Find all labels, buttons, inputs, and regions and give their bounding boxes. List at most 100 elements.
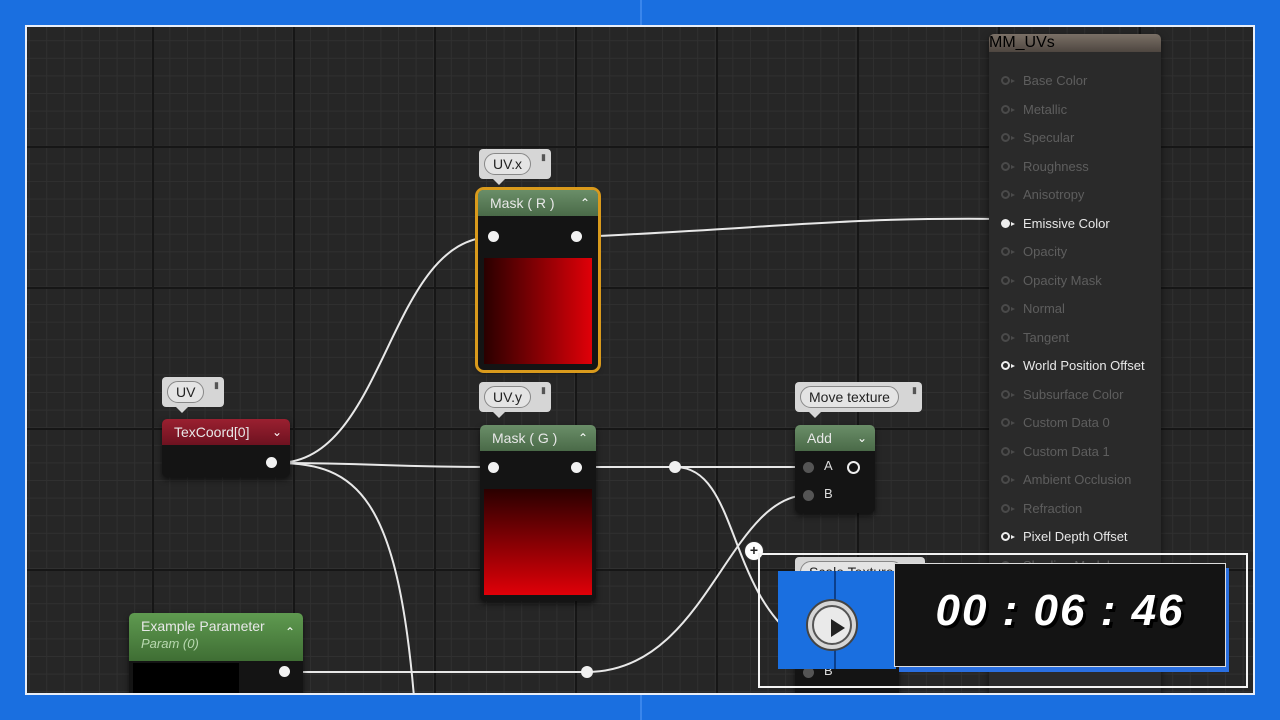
timer-text: 00 : 06 : 46 [935,586,1185,635]
material-input-row[interactable]: Metallic [1001,100,1067,120]
material-input-pin[interactable] [1001,161,1015,171]
add-input-a-pin[interactable] [803,462,814,473]
add-input-b-pin[interactable] [803,490,814,501]
material-input-row[interactable]: Base Color [1001,71,1087,91]
add-pin-a-label: A [824,458,833,473]
material-input-row[interactable]: Anisotropy [1001,185,1084,205]
mask-r-title: Mask ( R ) [490,195,555,211]
material-input-row[interactable]: Custom Data 1 [1001,442,1110,462]
comment-uvx-label: UV.x [484,153,532,175]
mask-r-node[interactable]: Mask ( R ) ⌃ [475,187,601,373]
material-input-label: Normal [1023,301,1065,316]
material-input-row[interactable]: Subsurface Color [1001,385,1123,405]
material-input-row[interactable]: Refraction [1001,499,1082,519]
material-input-pin[interactable] [1001,133,1015,142]
comment-uvx[interactable]: UV.x ▮ [479,149,551,185]
material-input-label: Emissive Color [1023,215,1110,231]
chevron-down-icon[interactable]: ⌄ [857,425,867,451]
material-input-row[interactable]: Opacity [1001,242,1067,262]
add-title: Add [807,430,832,446]
material-input-pin[interactable] [1001,361,1015,370]
parameter-output-pin[interactable] [279,666,290,677]
material-input-row[interactable]: Opacity Mask [1001,271,1102,291]
material-input-pin[interactable] [1001,475,1015,484]
material-input-pin[interactable] [1001,76,1015,85]
material-input-pin[interactable] [1001,503,1015,513]
material-input-row[interactable]: Roughness [1001,157,1089,177]
pin-comment-icon[interactable]: ▮ [541,152,546,163]
texcoord-title: TexCoord[0] [174,424,250,440]
material-input-label: Specular [1023,130,1075,145]
add-node[interactable]: Add ⌄ A B [795,425,875,513]
texcoord-output-pin[interactable] [266,457,277,468]
chevron-down-icon[interactable]: ⌄ [272,419,282,445]
chevron-up-icon[interactable]: ⌃ [580,190,590,216]
mask-g-header: Mask ( G ) ⌃ [480,425,596,451]
mask-g-preview [484,489,592,595]
material-input-row[interactable]: Specular [1001,128,1074,148]
parameter-subtitle: Param (0) [141,636,199,651]
mask-r-input-pin[interactable] [488,231,499,242]
material-input-row[interactable]: Normal [1001,299,1065,319]
material-input-label: Opacity Mask [1023,272,1102,288]
material-input-row[interactable]: Emissive Color [1001,214,1110,234]
material-input-row[interactable]: Pixel Depth Offset [1001,527,1128,547]
comment-uv[interactable]: UV ▮ [162,377,224,413]
comment-uv-label: UV [167,381,205,403]
mask-g-output-pin[interactable] [571,462,582,473]
material-result-header: MM_UVs [989,34,1161,52]
pin-comment-icon[interactable]: ▮ [912,385,917,396]
material-input-pin[interactable] [1001,304,1015,313]
material-input-label: Ambient Occlusion [1023,472,1132,487]
material-input-label: Roughness [1023,158,1089,174]
material-input-label: Subsurface Color [1023,386,1124,402]
comment-uvy[interactable]: UV.y ▮ [479,382,551,418]
material-input-pin[interactable] [1001,446,1015,456]
material-input-pin[interactable] [1001,332,1015,342]
material-input-label: Metallic [1023,101,1068,117]
chevron-up-icon[interactable]: ⌃ [578,425,588,451]
material-input-row[interactable]: Tangent [1001,328,1069,348]
material-input-pin[interactable] [1001,190,1015,199]
material-input-row[interactable]: Custom Data 0 [1001,413,1110,433]
material-input-pin[interactable] [1001,104,1015,114]
mask-g-node[interactable]: Mask ( G ) ⌃ [480,425,596,601]
add-header: Add ⌄ [795,425,875,451]
material-input-pin[interactable] [1001,275,1015,285]
comment-move-texture-label: Move texture [800,386,899,408]
material-input-pin[interactable] [1001,418,1015,427]
wire-texcoord-to-mask-r [276,236,494,464]
mask-r-output-pin[interactable] [571,231,582,242]
parameter-preview [133,663,239,693]
mask-g-title: Mask ( G ) [492,430,558,446]
parameter-header: Example Parameter Param (0) ⌃ [129,613,303,661]
pin-comment-icon[interactable]: ▮ [541,385,546,396]
material-input-row[interactable]: Ambient Occlusion [1001,470,1131,490]
material-input-pin[interactable] [1001,218,1015,228]
material-input-label: Custom Data 0 [1023,415,1110,430]
texcoord-header: TexCoord[0] ⌄ [162,419,290,445]
chevron-up-icon[interactable]: ⌃ [285,623,295,641]
add-output-pin[interactable] [847,461,860,474]
texcoord-node[interactable]: TexCoord[0] ⌄ [162,419,290,477]
play-icon [812,605,852,645]
reroute-knot-2 [581,666,593,678]
material-input-row[interactable]: World Position Offset [1001,356,1145,376]
pin-comment-icon[interactable]: ▮ [214,380,219,391]
material-input-label: Tangent [1023,329,1070,345]
timer-panel: 00 : 06 : 46 [894,563,1226,667]
material-input-pin[interactable] [1001,247,1015,256]
play-button[interactable] [806,599,858,651]
mask-g-input-pin[interactable] [488,462,499,473]
material-input-pin[interactable] [1001,532,1015,541]
parameter-node[interactable]: Example Parameter Param (0) ⌃ [129,613,303,693]
material-input-label: Refraction [1023,500,1083,516]
mask-r-header: Mask ( R ) ⌃ [478,190,598,216]
material-input-label: Opacity [1023,244,1068,259]
timer-overlay: 00 : 06 : 46 [758,553,1248,688]
comment-move-texture[interactable]: Move texture ▮ [795,382,922,418]
material-input-label: Base Color [1023,73,1088,88]
parameter-title: Example Parameter [141,618,265,634]
material-input-pin[interactable] [1001,389,1015,399]
material-title: MM_UVs [989,34,1055,51]
